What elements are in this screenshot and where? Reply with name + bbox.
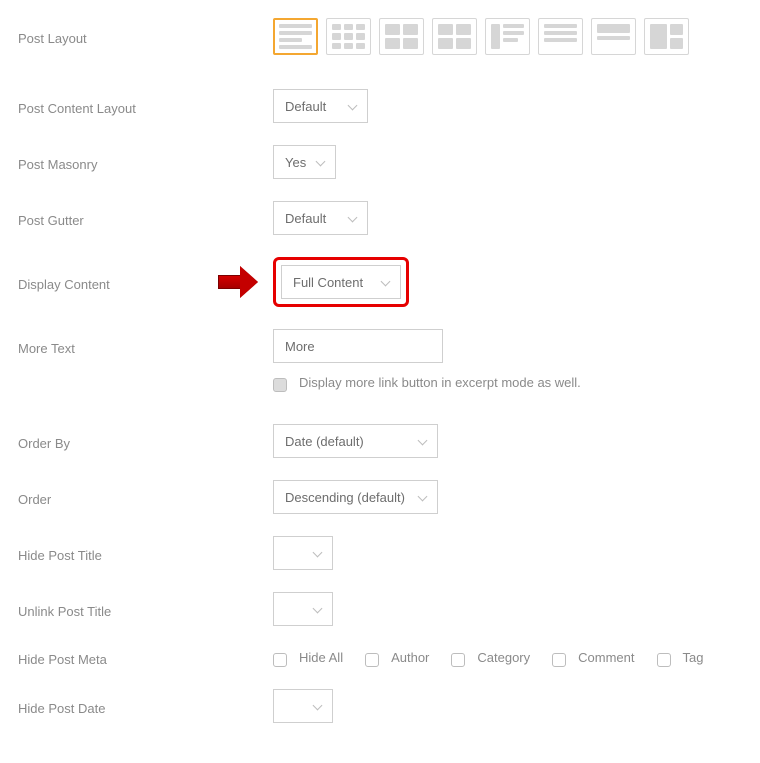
chevron-down-icon xyxy=(313,701,323,711)
chevron-down-icon xyxy=(348,213,358,223)
chevron-down-icon xyxy=(381,277,391,287)
tag-label[interactable]: Tag xyxy=(683,650,704,665)
post-gutter-value: Default xyxy=(285,211,326,226)
author-label[interactable]: Author xyxy=(391,650,429,665)
order-label: Order xyxy=(18,492,51,507)
layout-option-stacked[interactable] xyxy=(538,18,583,55)
hide-post-title-select[interactable] xyxy=(273,536,333,570)
post-content-layout-value: Default xyxy=(285,99,326,114)
order-by-value: Date (default) xyxy=(285,434,364,449)
layout-option-media-list[interactable] xyxy=(485,18,530,55)
post-masonry-select[interactable]: Yes xyxy=(273,145,336,179)
callout-arrow-icon xyxy=(218,266,258,298)
post-gutter-select[interactable]: Default xyxy=(273,201,368,235)
hide-all-label[interactable]: Hide All xyxy=(299,650,343,665)
layout-option-grid2[interactable] xyxy=(379,18,424,55)
order-by-label: Order By xyxy=(18,436,70,451)
author-checkbox[interactable] xyxy=(365,653,379,667)
chevron-down-icon xyxy=(418,436,428,446)
display-content-value: Full Content xyxy=(293,275,363,290)
post-layout-label: Post Layout xyxy=(18,31,87,46)
display-content-select[interactable]: Full Content xyxy=(281,265,401,299)
hide-all-checkbox[interactable] xyxy=(273,653,287,667)
order-by-select[interactable]: Date (default) xyxy=(273,424,438,458)
post-gutter-label: Post Gutter xyxy=(18,213,84,228)
chevron-down-icon xyxy=(316,157,326,167)
order-select[interactable]: Descending (default) xyxy=(273,480,438,514)
highlight-box: Full Content xyxy=(273,257,409,307)
hide-post-date-label: Hide Post Date xyxy=(18,701,105,716)
chevron-down-icon xyxy=(348,101,358,111)
post-content-layout-select[interactable]: Default xyxy=(273,89,368,123)
comment-label[interactable]: Comment xyxy=(578,650,634,665)
chevron-down-icon xyxy=(418,492,428,502)
layout-option-two-col[interactable] xyxy=(432,18,477,55)
unlink-post-title-select[interactable] xyxy=(273,592,333,626)
hide-post-date-select[interactable] xyxy=(273,689,333,723)
display-content-label: Display Content xyxy=(18,277,110,292)
order-value: Descending (default) xyxy=(285,490,405,505)
chevron-down-icon xyxy=(313,604,323,614)
layout-option-single[interactable] xyxy=(591,18,636,55)
hide-post-title-label: Hide Post Title xyxy=(18,548,102,563)
unlink-post-title-label: Unlink Post Title xyxy=(18,604,111,619)
display-more-note: Display more link button in excerpt mode… xyxy=(299,375,581,390)
hide-post-meta-label: Hide Post Meta xyxy=(18,652,107,667)
more-text-label: More Text xyxy=(18,341,75,356)
layout-option-grid3[interactable] xyxy=(326,18,371,55)
tag-checkbox[interactable] xyxy=(657,653,671,667)
comment-checkbox[interactable] xyxy=(552,653,566,667)
post-masonry-value: Yes xyxy=(285,155,306,170)
display-more-checkbox[interactable] xyxy=(273,378,287,392)
chevron-down-icon xyxy=(313,548,323,558)
category-checkbox[interactable] xyxy=(451,653,465,667)
layout-option-list[interactable] xyxy=(273,18,318,55)
category-label[interactable]: Category xyxy=(477,650,530,665)
layout-option-mixed[interactable] xyxy=(644,18,689,55)
post-content-layout-label: Post Content Layout xyxy=(18,101,136,116)
post-masonry-label: Post Masonry xyxy=(18,157,97,172)
more-text-input[interactable] xyxy=(273,329,443,363)
